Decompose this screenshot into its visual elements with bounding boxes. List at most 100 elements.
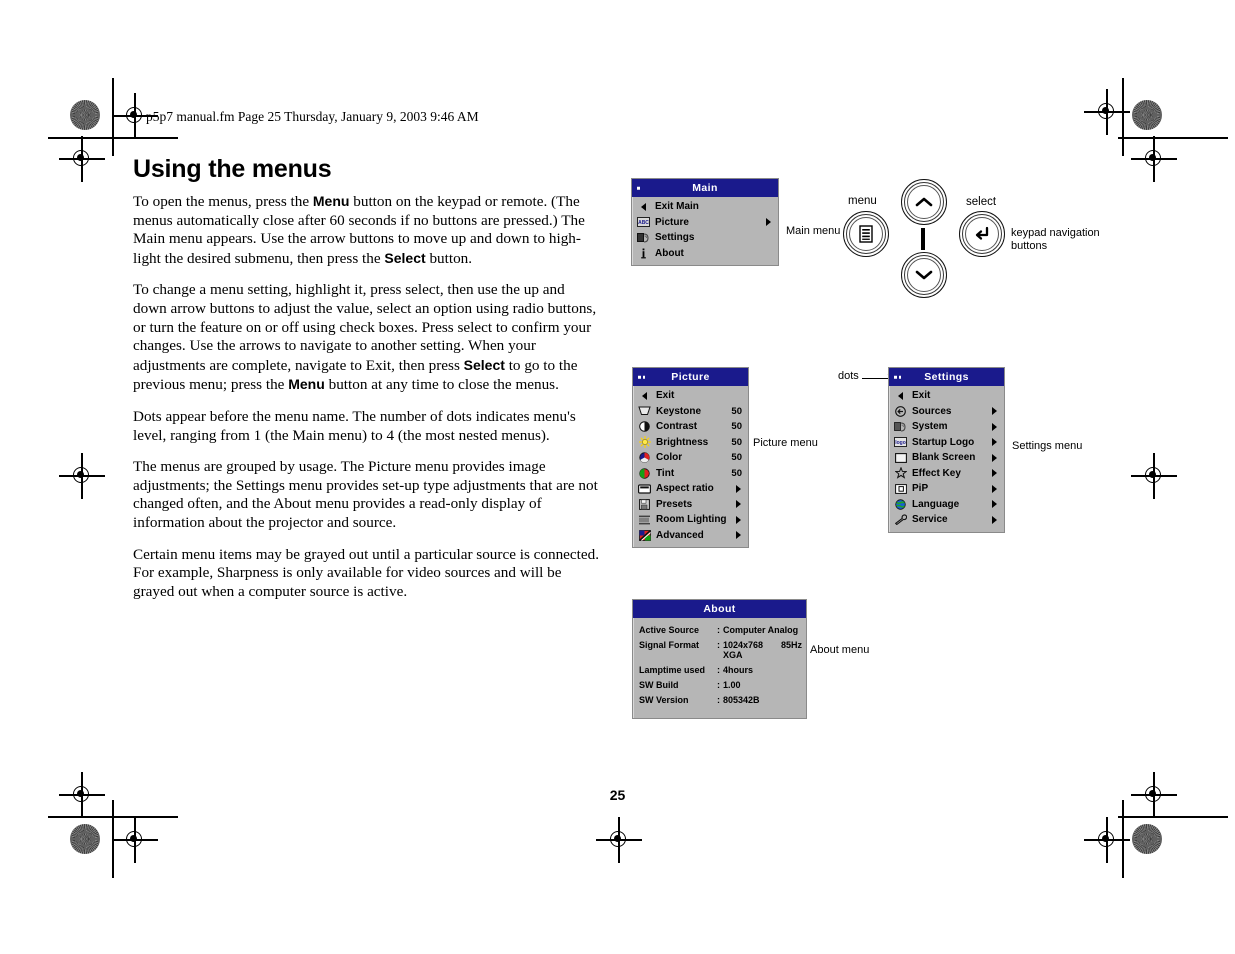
settings-menu-item-label: Startup Logo — [912, 436, 975, 448]
menu-lines-icon — [852, 220, 880, 248]
main-menu-item-picture[interactable]: ABC Picture — [632, 215, 778, 231]
registration-mark-mid-left — [59, 453, 105, 499]
about-menu[interactable]: About Active Source : Computer Analog Si… — [632, 599, 807, 719]
settings-menu-item-effect-key[interactable]: Effect Key — [889, 466, 1004, 482]
settings-menu-callout: Settings menu — [1012, 440, 1083, 452]
main-menu-item-exit[interactable]: Exit Main — [632, 199, 778, 215]
picture-menu-items: Exit Keystone 50 Contrast 50 Brightness … — [633, 386, 748, 547]
picture-menu-item-value: 50 — [731, 452, 742, 464]
picture-menu-item-keystone[interactable]: Keystone 50 — [633, 404, 748, 420]
chevron-right-icon — [736, 500, 741, 509]
crop-line-vertical-right-bottom — [1122, 800, 1124, 878]
picture-menu[interactable]: Picture Exit Keystone 50 Contrast 50 Bri… — [632, 367, 749, 548]
main-menu-title: Main — [692, 182, 718, 194]
chevron-right-icon — [992, 484, 997, 493]
picture-menu-item-value: 50 — [731, 467, 742, 479]
menu-button[interactable] — [843, 211, 889, 257]
about-row-value-refresh: 85Hz — [781, 639, 803, 650]
chevron-right-icon — [992, 500, 997, 509]
about-row-sw-build: SW Build : 1.00 — [633, 677, 806, 692]
main-menu-titlebar: Main — [632, 179, 778, 197]
about-row-key: Lamptime used — [639, 664, 706, 675]
picture-menu-item-room-lighting[interactable]: Room Lighting — [633, 512, 748, 528]
chevron-right-icon — [766, 218, 771, 227]
main-menu-item-label: Settings — [655, 232, 695, 244]
settings-menu-title: Settings — [924, 371, 969, 383]
settings-menu-item-startup-logo[interactable]: logo Startup Logo — [889, 435, 1004, 451]
left-arrow-icon — [638, 390, 651, 401]
settings-menu[interactable]: Settings Exit Sources System logo Startu… — [888, 367, 1005, 533]
picture-menu-title: Picture — [671, 371, 710, 383]
picture-menu-item-exit[interactable]: Exit — [633, 388, 748, 404]
picture-menu-item-aspect-ratio[interactable]: Aspect ratio — [633, 481, 748, 497]
main-menu[interactable]: Main Exit Main ABC Picture Settings Abou… — [631, 178, 779, 266]
settings-menu-item-label: Exit — [912, 390, 931, 402]
picture-menu-item-label: Advanced — [656, 529, 704, 541]
blank-screen-icon — [894, 452, 907, 463]
crop-line-vertical-left-bottom — [112, 800, 114, 878]
main-menu-callout: Main menu — [786, 225, 841, 237]
chevron-right-icon — [992, 438, 997, 447]
crop-line-vertical-right — [1122, 78, 1124, 156]
about-menu-titlebar: About — [633, 600, 806, 618]
settings-menu-item-label: PiP — [912, 483, 929, 495]
picture-menu-titlebar: Picture — [633, 368, 748, 386]
select-button[interactable] — [959, 211, 1005, 257]
picture-menu-item-advanced[interactable]: Advanced — [633, 528, 748, 544]
advanced-icon — [638, 529, 651, 541]
main-menu-item-label: Exit Main — [655, 201, 699, 213]
chevron-up-icon — [910, 188, 938, 216]
settings-menu-item-pip[interactable]: PiP — [889, 481, 1004, 497]
main-menu-item-about[interactable]: About — [632, 246, 778, 262]
chevron-right-icon — [992, 515, 997, 524]
settings-menu-item-service[interactable]: Service — [889, 512, 1004, 528]
about-menu-rows: Active Source : Computer Analog Signal F… — [633, 618, 806, 717]
about-menu-callout: About menu — [810, 644, 870, 656]
paragraph-1: To open the menus, press the Menu button… — [133, 193, 585, 267]
down-button[interactable] — [901, 252, 947, 298]
main-menu-item-label: About — [655, 247, 684, 259]
settings-menu-item-exit[interactable]: Exit — [889, 388, 1004, 404]
settings-menu-item-system[interactable]: System — [889, 419, 1004, 435]
menu-button-label: menu — [848, 195, 877, 207]
settings-menu-item-blank-screen[interactable]: Blank Screen — [889, 450, 1004, 466]
enter-arrow-icon — [968, 220, 996, 248]
keypad-caption-line2: buttons — [1011, 240, 1048, 252]
about-row-value: 1024x768 XGA — [723, 639, 764, 660]
up-button[interactable] — [901, 179, 947, 225]
effect-key-star-icon — [894, 467, 907, 480]
picture-menu-item-contrast[interactable]: Contrast 50 — [633, 419, 748, 435]
picture-menu-item-tint[interactable]: Tint 50 — [633, 466, 748, 482]
picture-menu-item-label: Contrast — [656, 421, 698, 433]
main-menu-item-settings[interactable]: Settings — [632, 230, 778, 246]
chevron-right-icon — [992, 453, 997, 462]
language-globe-icon — [894, 499, 907, 510]
page-title: Using the menus — [133, 155, 332, 183]
picture-menu-item-color[interactable]: Color 50 — [633, 450, 748, 466]
about-row-lamptime-used: Lamptime used : 4hours — [633, 662, 806, 677]
settings-menu-item-language[interactable]: Language — [889, 497, 1004, 513]
settings-menu-item-label: Blank Screen — [912, 452, 976, 464]
settings-menu-item-sources[interactable]: Sources — [889, 404, 1004, 420]
menu-level-dots — [638, 375, 645, 379]
about-row-signal-format: Signal Format : 1024x768 XGA 85Hz — [633, 637, 806, 662]
picture-menu-item-brightness[interactable]: Brightness 50 — [633, 435, 748, 451]
paragraph-3: Dots appear before the menu name. The nu… — [133, 407, 576, 444]
svg-text:logo: logo — [895, 440, 906, 446]
picture-menu-item-value: 50 — [731, 421, 742, 433]
picture-menu-item-presets[interactable]: Presets — [633, 497, 748, 513]
info-icon — [637, 248, 650, 259]
paragraph-2: To change a menu setting, highlight it, … — [133, 281, 597, 394]
about-row-value: Computer Analog — [723, 624, 799, 635]
dots-leader-line — [862, 378, 890, 379]
about-row-key: Signal Format — [639, 639, 700, 650]
settings-menu-items: Exit Sources System logo Startup Logo Bl… — [889, 386, 1004, 532]
left-arrow-icon — [637, 201, 650, 212]
menu-level-dots — [637, 186, 640, 190]
about-menu-title: About — [703, 603, 736, 615]
registration-mark-top-right — [1084, 89, 1130, 135]
registration-mark-top-right-2 — [1131, 136, 1177, 182]
dots-callout: dots — [838, 370, 859, 382]
tint-icon — [638, 468, 651, 479]
about-row-key: Active Source — [639, 624, 700, 635]
